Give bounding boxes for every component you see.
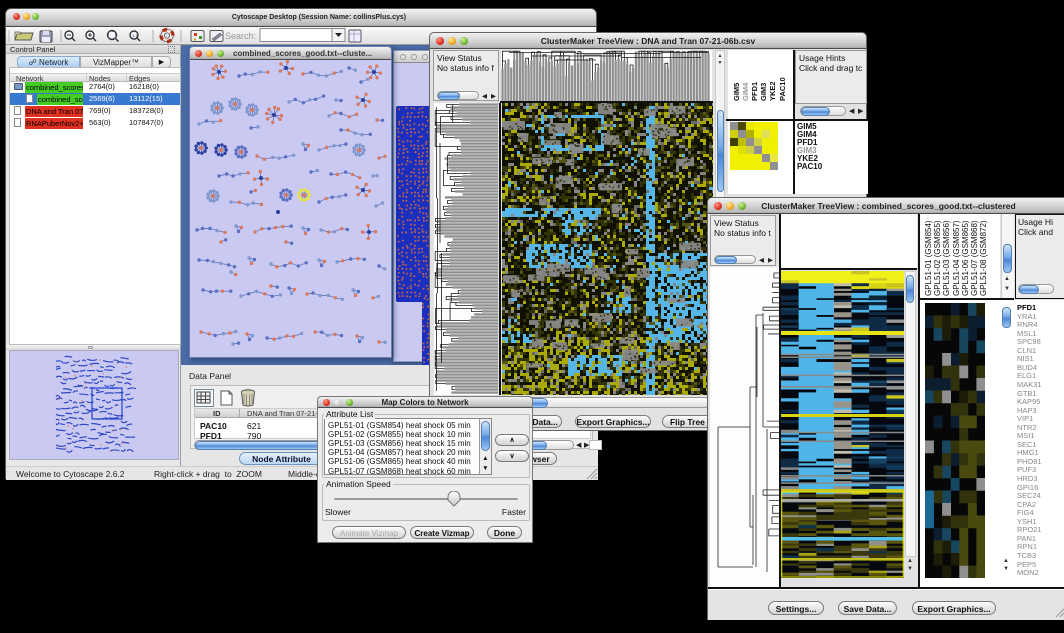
svg-text:Search:: Search:: [225, 31, 256, 41]
svg-text:1:1: 1:1: [132, 33, 138, 38]
